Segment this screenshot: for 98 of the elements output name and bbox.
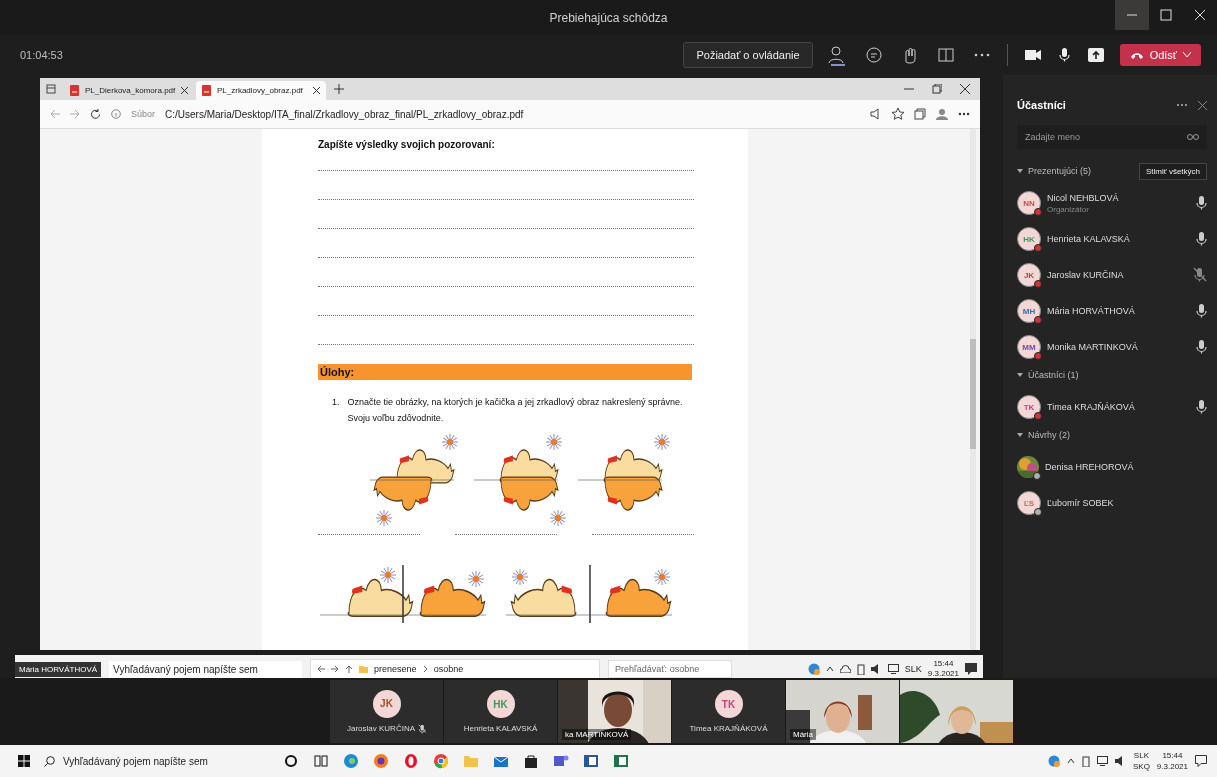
browser-tab[interactable]: PL_zrkadlovy_obraz.pdf [196,81,326,100]
search-field[interactable]: Vyhľadávaný pojem napíšte sem [109,660,303,678]
scrollbar-thumb[interactable] [970,339,976,449]
presenter-label: Mária HORVÁTHOVÁ [15,661,102,677]
participant-name[interactable]: Nicol NEHBLOVÁ [1047,192,1189,203]
language-indicator[interactable]: SLK SKQ [1132,750,1150,772]
participant-name[interactable]: Mária HORVÁTHOVÁ [1047,306,1189,316]
request-control-button[interactable]: Požiadať o ovládanie [683,42,813,68]
participant-name: Jaroslav KURČINA [347,724,415,733]
leave-button[interactable]: Odísť [1119,44,1201,66]
panel-title: Účastníci [1017,99,1067,111]
avatar-initials: ĽS [1023,498,1035,508]
meeting-timer: 01:04:53 [20,49,64,61]
share-icon[interactable] [1085,45,1106,65]
chevron-up-icon[interactable] [825,666,834,672]
address-prefix: Súbor [131,109,156,119]
notifications-icon[interactable] [1195,755,1207,767]
avatar-initials: JK [380,698,393,709]
participant-name[interactable]: Denisa HREHOROVÁ [1045,462,1207,472]
up-icon[interactable] [345,665,354,673]
phone-icon [1129,50,1144,60]
search-icon [44,755,55,767]
explorer-search-field[interactable]: Prehľadávať: osobne [608,660,733,678]
cloud-icon[interactable] [839,665,851,673]
restore-icon[interactable] [932,84,942,94]
clock[interactable]: 15:44 9.3.2021 [927,659,959,679]
network-icon[interactable] [1047,755,1060,767]
address-field[interactable]: C:/Users/Maria/Desktop/ITA_final/Zrkadlovy_obraz_final/PL_zrkadlovy_obraz.pdf [165,108,860,120]
close-icon[interactable] [960,84,970,94]
avatar-initials: MM [1022,342,1036,352]
path-segment[interactable]: osobne [433,664,464,674]
battery-icon[interactable] [1081,755,1090,767]
forward-icon[interactable] [331,665,340,673]
participant-name: Henrieta KALAVSKÁ [463,724,538,733]
mute-all-button[interactable]: Stlmiť všetkých [1138,162,1207,180]
section-banner: Úlohy: [318,364,692,380]
notifications-icon[interactable] [965,663,977,675]
avatar-initials: MH [1022,306,1036,316]
display-icon[interactable] [887,664,899,674]
participant-name: Timea KRAJŇÁKOVÁ [689,724,768,733]
participant-name: ka MARTINKOVÁ [562,729,632,740]
more-icon[interactable] [1176,103,1188,107]
participant-role: Organizátor [1047,204,1090,214]
language-indicator[interactable]: SLK [904,664,922,674]
task-number: 1. [332,396,340,409]
tab-actions-icon[interactable] [46,84,56,94]
pdf-icon [70,85,79,96]
chevron-icon [422,665,428,673]
circle-icon[interactable] [283,753,299,769]
group-label[interactable]: Účastníci (1) [1028,370,1207,380]
group-label[interactable]: Návrhy (2) [1028,430,1207,440]
avatar-initials: TK [721,698,736,710]
close-icon[interactable] [313,87,320,94]
participant-name: Mária [790,729,816,740]
close-icon[interactable] [181,87,189,94]
chevron-icon[interactable] [1017,372,1023,378]
chevron-icon[interactable] [1017,432,1023,438]
caret-icon [1183,52,1191,58]
search-field[interactable]: Vyhľadávaný pojem napíšte sem [44,755,269,767]
participant-name[interactable]: Jaroslav KURČINA [1047,270,1187,280]
window-title: Prebiehajúca schôdza [548,10,669,25]
back-icon[interactable] [317,665,326,673]
avatar-initials: HK [1023,234,1035,244]
new-tab-icon[interactable] [334,84,344,94]
chevron-icon[interactable] [1017,168,1023,174]
avatar-initials: NN [1023,198,1035,208]
more-icon[interactable] [958,112,970,116]
video-tile[interactable]: TK Timea KRAJŇÁKOVÁ [672,680,785,743]
avatar-initials: TK [1023,402,1035,412]
path-segment[interactable]: prenesene [374,664,417,674]
participant-name[interactable]: Monika MARTINKOVÁ [1047,342,1189,352]
participant-name[interactable]: Henrieta KALAVSKÁ [1047,234,1189,244]
video-tile[interactable]: HK Henrieta KALAVSKÁ [444,680,557,743]
network-icon[interactable] [807,663,820,675]
refresh-icon[interactable] [90,108,101,120]
microphone-icon[interactable] [1057,47,1072,63]
search-field[interactable]: Zadajte meno [1017,125,1207,149]
pdf-icon [202,85,211,96]
video-tile[interactable]: JK Jaroslav KURČINA [330,680,443,743]
collections-icon[interactable] [914,108,926,120]
avatar-initials: JK [1023,270,1035,280]
folder-icon [359,665,369,673]
display-icon[interactable] [1096,756,1108,766]
favorites-icon[interactable] [892,108,904,120]
profile-icon[interactable] [936,108,948,120]
participant-name[interactable]: Ľubomír SOBEK [1047,498,1207,508]
task-text: Označte tie obrázky, na ktorých je kačička a jej zrkadlový obraz nakreslený správne. Svoju voľbu zdôvodnite. [347,396,684,425]
participant-name[interactable]: Timea KRAJŇÁKOVÁ [1047,402,1189,412]
info-icon [111,109,121,119]
explorer-address-bar[interactable]: prenesene osobne [310,659,601,679]
chevron-up-icon[interactable] [1066,758,1075,764]
task-view-icon[interactable] [313,753,329,769]
windows-icon[interactable] [18,755,30,767]
clock[interactable]: 15:44 9.3.2021 [1156,750,1188,772]
section-heading: Zapíšte výsledky svojich pozorovaní: [318,139,496,150]
battery-icon[interactable] [856,663,865,675]
group-label[interactable]: Prezentujúci (5) [1028,166,1134,176]
avatar-initials: HK [493,698,508,710]
